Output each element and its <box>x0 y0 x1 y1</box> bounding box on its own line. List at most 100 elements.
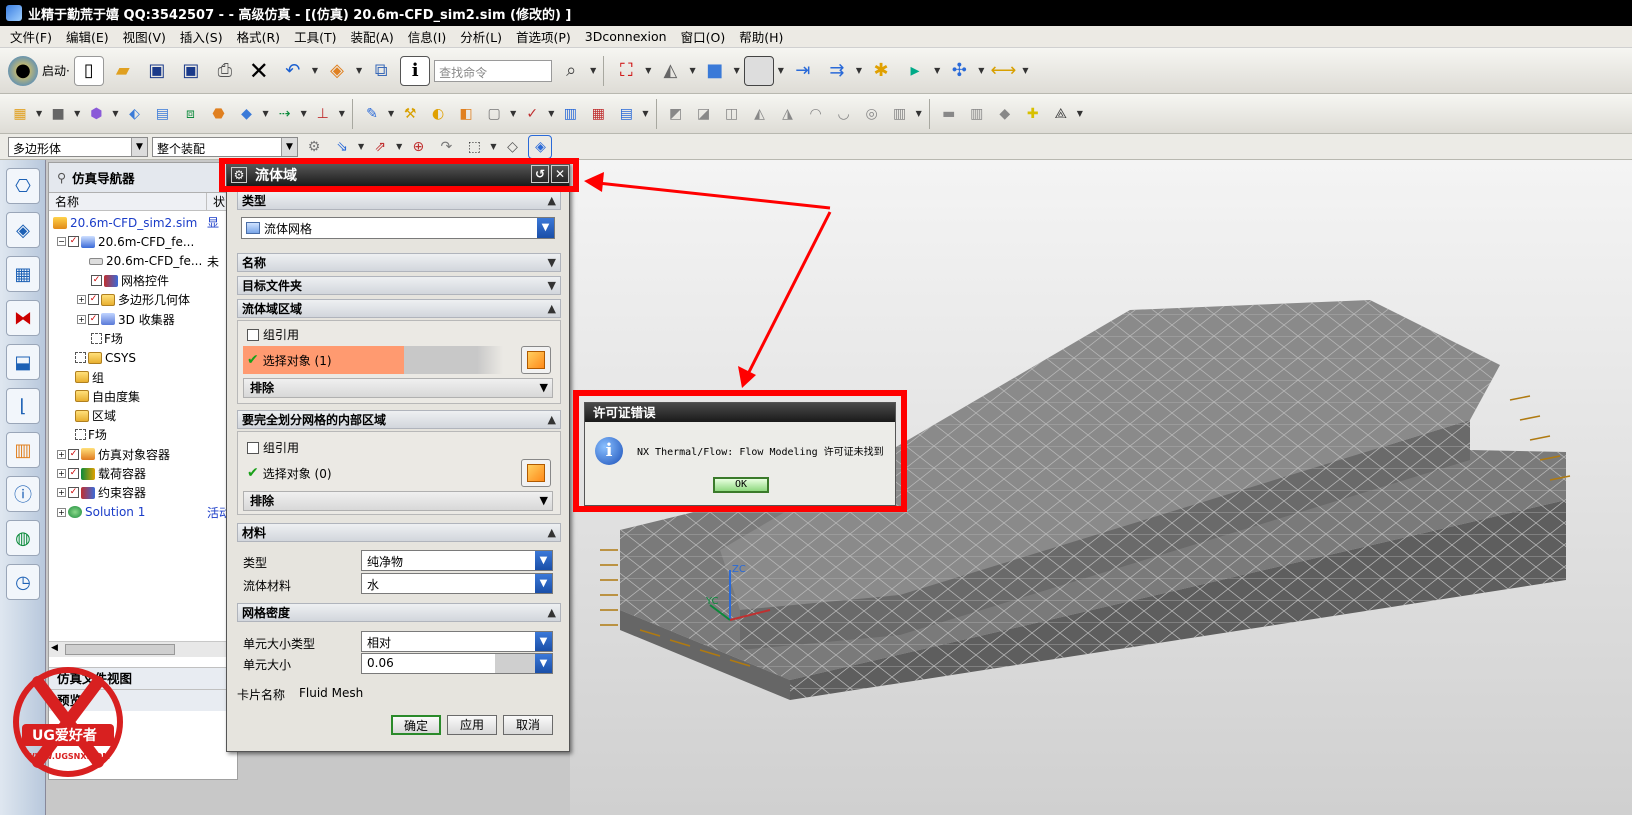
start-button[interactable]: 启动· <box>42 62 70 79</box>
print-icon[interactable]: ⎙ <box>210 56 240 86</box>
snap-icon[interactable]: ✣ <box>944 56 974 86</box>
sheet-metal-icon[interactable]: ◩ <box>664 102 688 126</box>
tree-node-mesh-controls[interactable]: ✓ 网格控件 <box>49 271 237 290</box>
reset-icon[interactable]: ↺ <box>531 165 549 183</box>
constraint-tab-icon[interactable]: ⧓ <box>6 300 40 336</box>
visibility-checkbox[interactable] <box>75 352 86 364</box>
type-filter-select[interactable]: 多边形体 ▼ <box>8 136 148 157</box>
start-icon[interactable]: ● <box>8 55 38 86</box>
edit-pen-icon[interactable]: ✎ <box>360 102 384 126</box>
select-object-button-1[interactable] <box>521 346 551 374</box>
select-filter-icon[interactable]: ⇘ <box>330 135 354 159</box>
table-icon[interactable]: ▦ <box>586 102 610 126</box>
freeform-icon[interactable]: ◡ <box>832 102 856 126</box>
tree-node-solution[interactable]: + Solution 1 活动 <box>49 502 237 521</box>
ok-button[interactable]: 确定 <box>391 715 441 735</box>
navigator-scrollbar[interactable]: ◀ <box>49 641 237 657</box>
web-tab-icon[interactable]: ◍ <box>6 520 40 556</box>
menu-tools[interactable]: 工具(T) <box>294 27 336 46</box>
select-object-row-1[interactable]: ✔ 选择对象 (1) <box>243 346 503 374</box>
menu-assembly[interactable]: 装配(A) <box>350 27 393 46</box>
section-internal-region[interactable]: 要完全划分网格的内部区域 ▲ <box>237 410 561 429</box>
material-icon[interactable]: ◐ <box>426 102 450 126</box>
expand-icon[interactable]: + <box>57 449 66 459</box>
section-material[interactable]: 材料 ▲ <box>237 523 561 542</box>
scroll-left-icon[interactable]: ◀ <box>51 643 58 653</box>
scrollbar-thumb[interactable] <box>65 644 175 655</box>
abc-check-icon[interactable]: ✓ <box>520 102 544 126</box>
plate-icon[interactable]: ◆ <box>993 102 1017 126</box>
clip-view-icon[interactable]: ⇉ <box>822 56 852 86</box>
report-icon[interactable]: ▤ <box>614 102 638 126</box>
menu-view[interactable]: 视图(V) <box>123 27 166 46</box>
menu-format[interactable]: 格式(R) <box>237 27 280 46</box>
select-object-button-2[interactable] <box>521 459 551 487</box>
element-size-input[interactable]: 0.06 ▼ <box>361 653 553 674</box>
pages-icon[interactable]: ▥ <box>965 102 989 126</box>
checkbox-box[interactable] <box>247 328 259 341</box>
history-tab-icon[interactable]: ⌊ <box>6 388 40 424</box>
section-target-folder[interactable]: 目标文件夹 ▼ <box>237 276 561 295</box>
tree-node-sim-file[interactable]: 20.6m-CFD_sim2.sim 显 <box>49 213 237 232</box>
assembly-tab-icon[interactable]: ▦ <box>6 256 40 292</box>
tree-node-polygon-geometry[interactable]: + ✓ 多边形几何体 <box>49 290 237 309</box>
column-name[interactable]: 名称 <box>49 193 207 210</box>
sim-navigator-tab-icon[interactable]: ⎔ <box>6 168 40 204</box>
visibility-checkbox[interactable] <box>91 332 102 344</box>
mesh-2d-icon[interactable]: ▤ <box>150 102 174 126</box>
tree-node-constraint-container[interactable]: + ✓ 约束容器 <box>49 483 237 502</box>
tree-node-sim-object-container[interactable]: + ✓ 仿真对象容器 <box>49 445 237 464</box>
error-ok-button[interactable]: OK <box>713 477 769 493</box>
calculator-icon[interactable]: ▥ <box>558 102 582 126</box>
expand-icon[interactable]: + <box>77 295 86 305</box>
tree-node-dof-sets[interactable]: 自由度集 <box>49 387 237 406</box>
body-icon[interactable]: ▢ <box>482 102 506 126</box>
deselect-icon[interactable]: ◇ <box>500 135 524 159</box>
measure-icon[interactable]: ⟷ <box>988 56 1018 86</box>
clipboard-icon[interactable]: ⧉ <box>366 56 396 86</box>
section-fluid-region[interactable]: 流体域区域 ▲ <box>237 299 561 318</box>
clock-tab-icon[interactable]: ◷ <box>6 564 40 600</box>
snap-point-icon[interactable]: ⊕ <box>406 135 430 159</box>
scope-select[interactable]: 整个装配 ▼ <box>152 136 298 157</box>
menu-3dconnexion[interactable]: 3Dconnexion <box>585 29 667 44</box>
tree-node-field-2[interactable]: F场 <box>49 425 237 444</box>
section-mesh-density[interactable]: 网格密度 ▲ <box>237 603 561 622</box>
curve-face-icon[interactable]: ◠ <box>804 102 828 126</box>
element-size-type-select[interactable]: 相对 ▼ <box>361 631 553 652</box>
snap-curve-icon[interactable]: ↷ <box>434 135 458 159</box>
fit-view-icon[interactable]: ⛶ <box>611 56 641 86</box>
select-gear-icon[interactable]: ⚙ <box>302 135 326 159</box>
polygon-body-icon[interactable]: ⬢ <box>84 102 108 126</box>
visibility-checkbox[interactable]: ✓ <box>68 236 79 248</box>
checkbox-box[interactable] <box>247 441 259 454</box>
csys-icon[interactable]: ⟁ <box>1049 102 1073 126</box>
tools-icon[interactable]: ⚒ <box>398 102 422 126</box>
section-type[interactable]: 类型 ▲ <box>237 191 561 210</box>
section-name[interactable]: 名称 ▼ <box>237 253 561 272</box>
rect-select-icon[interactable]: ⬚ <box>462 135 486 159</box>
gear-icon[interactable]: ⚙ <box>231 166 247 183</box>
new-file-icon[interactable]: ▯ <box>73 55 104 86</box>
constraint-icon[interactable]: ⊥ <box>311 102 335 126</box>
menu-analysis[interactable]: 分析(L) <box>460 27 502 46</box>
tree-node-3d-collector[interactable]: + ✓ 3D 收集器 <box>49 309 237 328</box>
select-object-row-2[interactable]: ✔ 选择对象 (0) <box>243 459 503 487</box>
menu-info[interactable]: 信息(I) <box>408 27 446 46</box>
block-icon[interactable]: ■ <box>46 102 70 126</box>
info-icon[interactable]: i <box>400 55 431 86</box>
view-cube-icon[interactable]: ◈ <box>528 134 553 159</box>
mesh-tab-icon[interactable]: ◈ <box>6 212 40 248</box>
copy-display-icon[interactable]: ◈ <box>322 56 352 86</box>
menu-insert[interactable]: 插入(S) <box>180 27 223 46</box>
visibility-checkbox[interactable] <box>75 429 86 441</box>
box-icon[interactable]: ▬ <box>937 102 961 126</box>
library-tab-icon[interactable]: ▥ <box>6 432 40 468</box>
expand-icon[interactable]: + <box>57 469 66 478</box>
mesh-control-icon[interactable]: ⬖ <box>122 102 146 126</box>
book-icon[interactable]: ▥ <box>888 102 912 126</box>
tree-node-idealized-part[interactable]: 20.6m-CFD_fe... 未 <box>49 252 237 271</box>
visibility-checkbox[interactable]: ✓ <box>88 313 99 325</box>
part-tab-icon[interactable]: ⬓ <box>6 344 40 380</box>
visibility-checkbox[interactable]: ✓ <box>88 294 99 306</box>
